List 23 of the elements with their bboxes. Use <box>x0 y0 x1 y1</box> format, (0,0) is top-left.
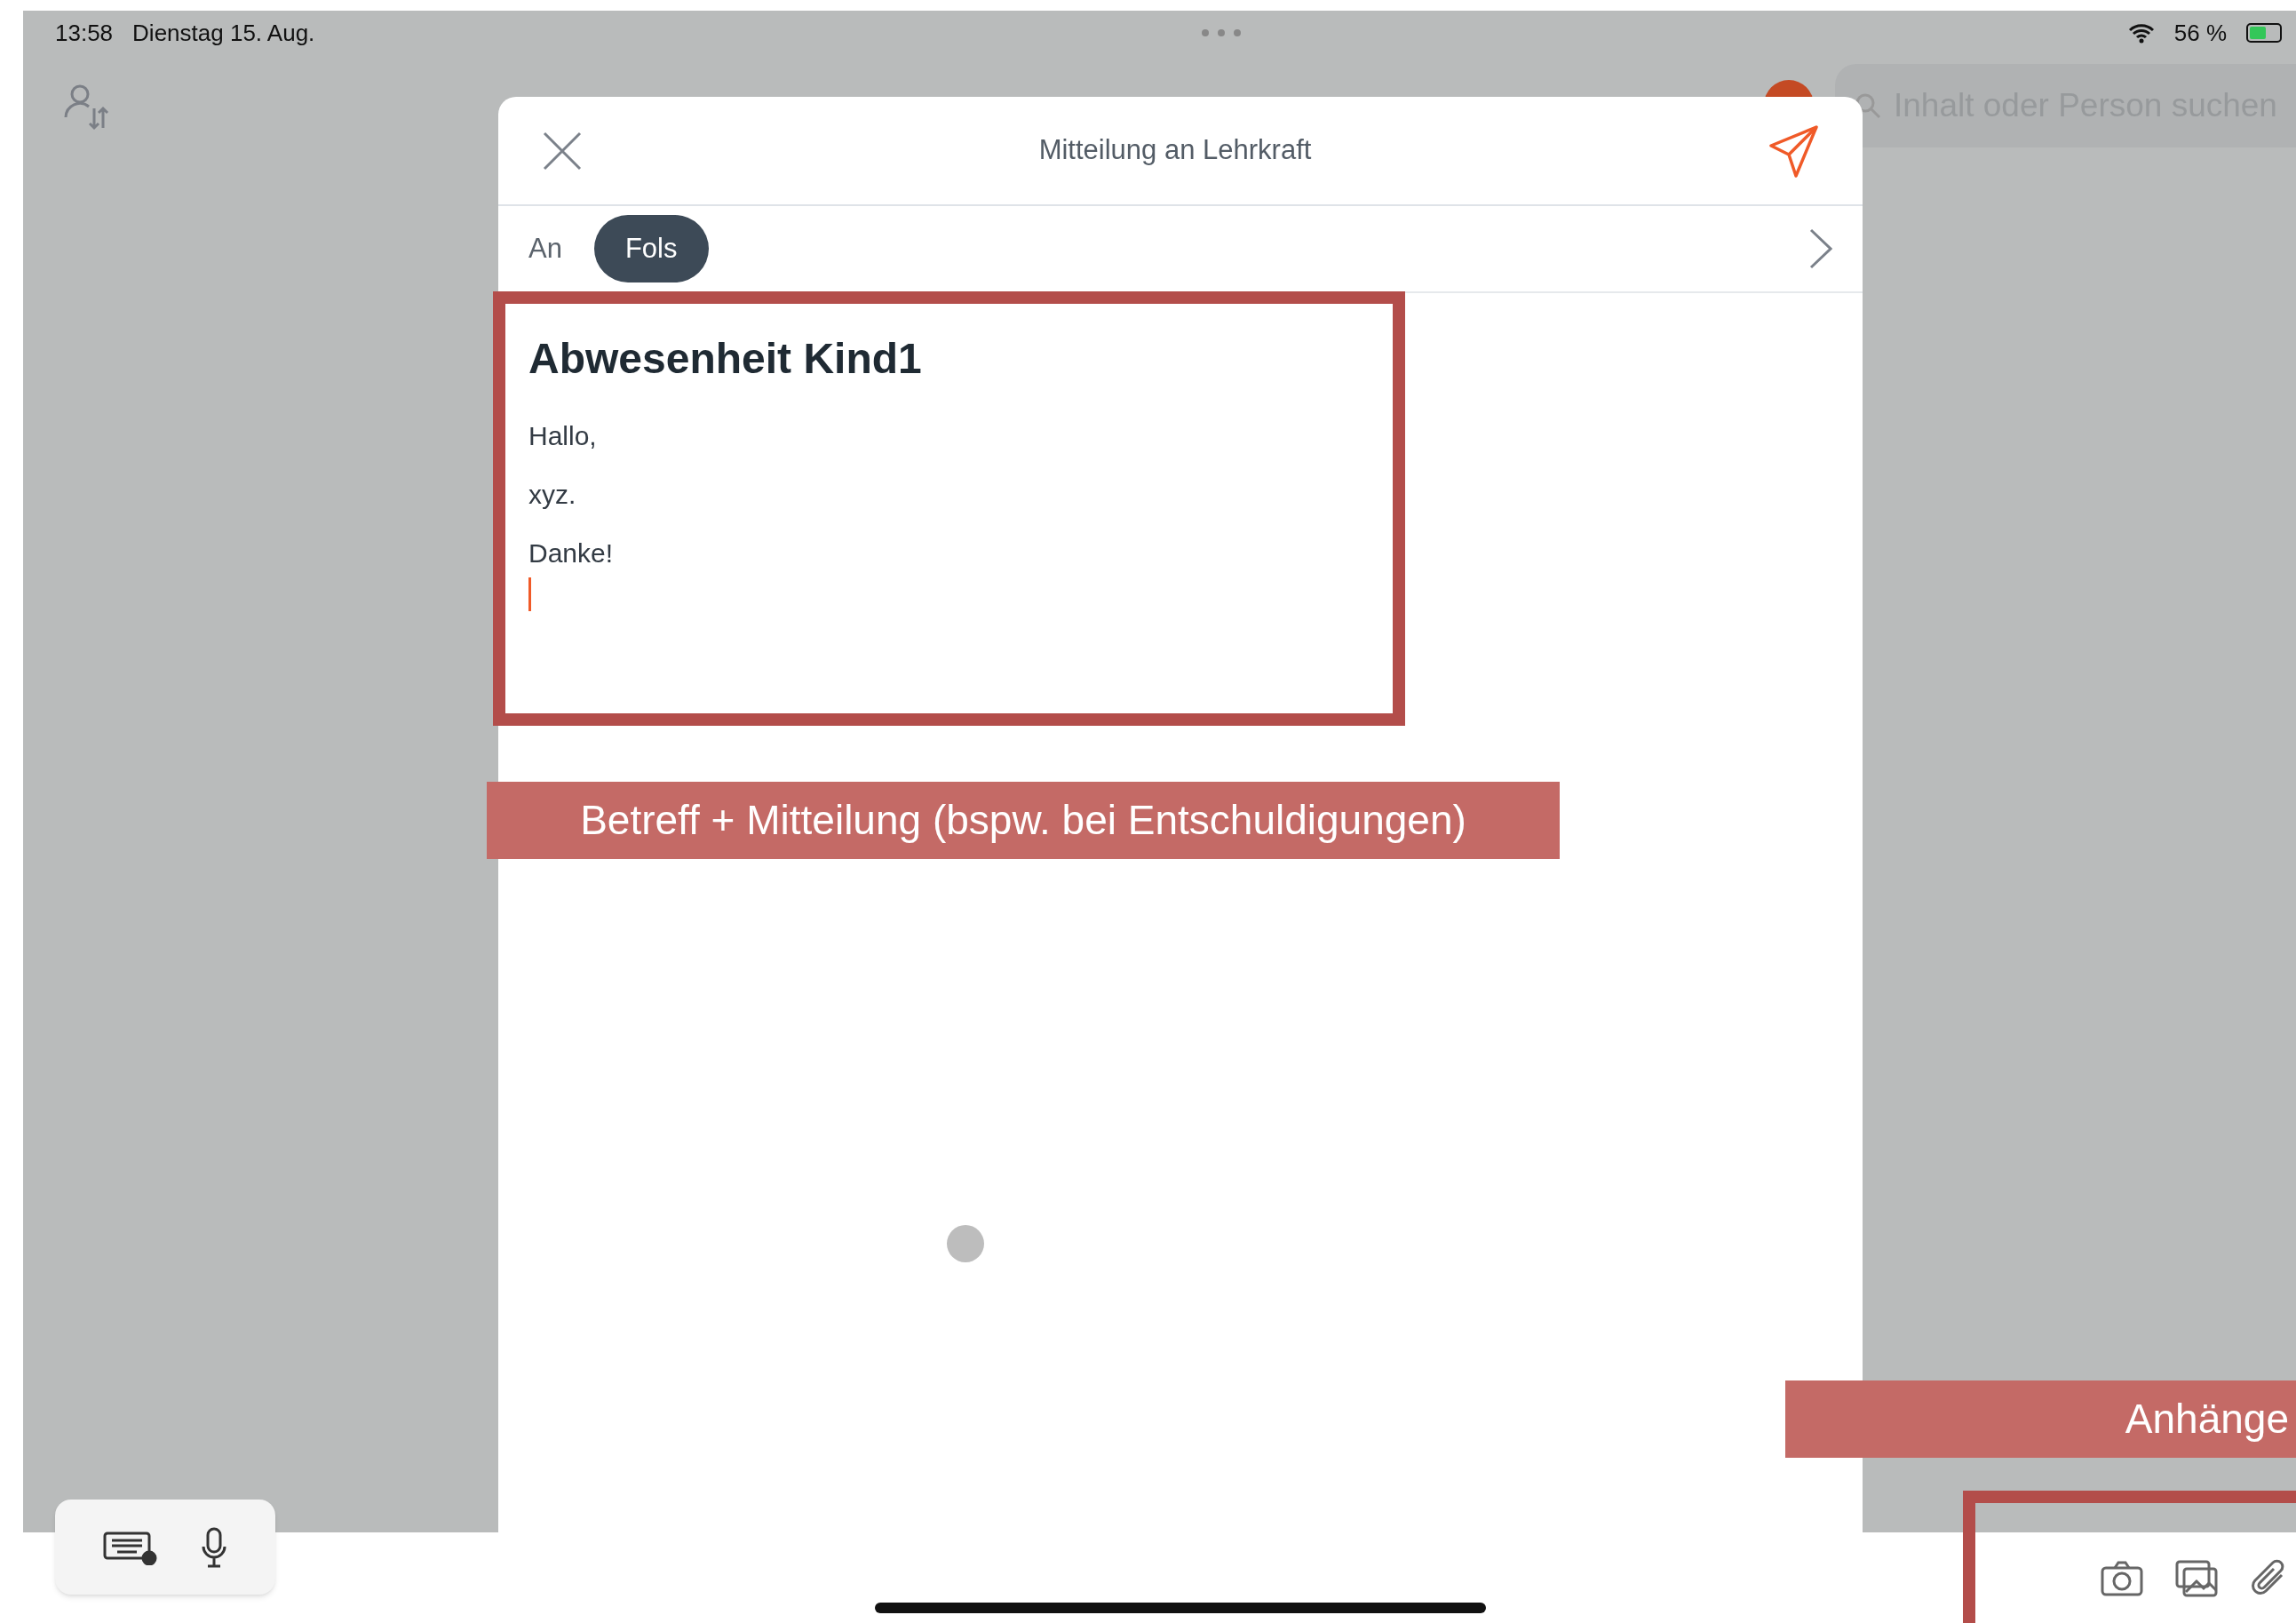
microphone-icon[interactable] <box>201 1526 227 1568</box>
subject-text[interactable]: Abwesenheit Kind1 <box>528 338 1832 380</box>
send-icon[interactable] <box>1768 123 1818 178</box>
image-gallery-icon[interactable] <box>2175 1560 2218 1597</box>
text-cursor <box>528 577 531 611</box>
dialog-title: Mitteilung an Lehrkraft <box>1037 133 1313 168</box>
touch-indicator <box>947 1225 984 1262</box>
status-time: 13:58 <box>55 18 114 48</box>
chevron-right-icon[interactable] <box>1809 228 1832 269</box>
message-text[interactable]: xyz. <box>528 481 1832 508</box>
camera-icon[interactable] <box>2101 1561 2143 1596</box>
annotation-label: Anhänge <box>1785 1380 2296 1458</box>
annotation-label: Betreff + Mitteilung (bspw. bei Entschuldigungen) <box>487 782 1560 859</box>
message-text[interactable]: Hallo, <box>528 423 1832 450</box>
close-icon[interactable] <box>543 131 582 171</box>
battery-percent: 56 % <box>2173 18 2227 48</box>
search-icon <box>1855 92 1881 119</box>
recipient-chip[interactable]: Fols <box>593 214 709 283</box>
wifi-icon <box>2127 22 2155 44</box>
recipient-label: An <box>528 231 562 266</box>
battery-icon <box>2246 23 2282 43</box>
message-text[interactable]: Danke! <box>528 540 1832 567</box>
status-date: Dienstag 15. Aug. <box>132 18 315 48</box>
